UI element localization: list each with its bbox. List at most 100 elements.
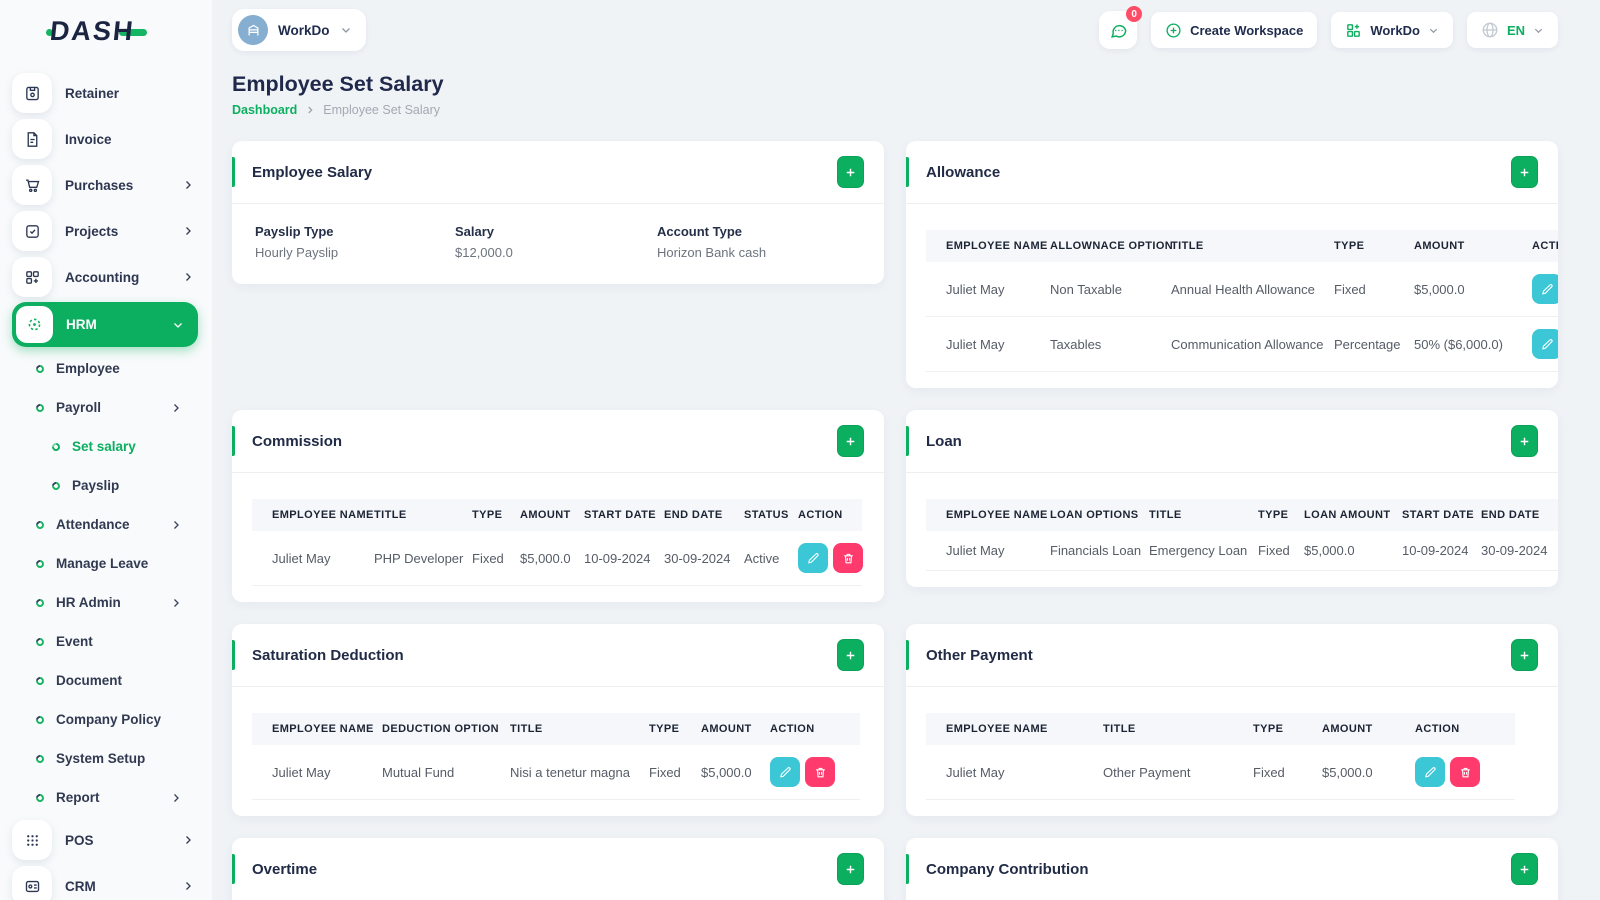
sidebar-item-purchases[interactable]: Purchases — [0, 162, 212, 208]
sidebar-item-accounting[interactable]: Accounting — [0, 254, 212, 300]
delete-button[interactable] — [1450, 757, 1480, 787]
create-workspace-button[interactable]: Create Workspace — [1151, 12, 1318, 48]
bullet-icon — [34, 791, 46, 804]
commission-add-button[interactable] — [837, 425, 864, 457]
sidebar-item-payslip[interactable]: Payslip — [0, 466, 212, 505]
bullet-icon — [34, 752, 46, 765]
sidebar-item-attendance[interactable]: Attendance — [0, 505, 212, 544]
sidebar-item-label: HRM — [66, 317, 97, 332]
salary-field: Account Type Horizon Bank cash — [657, 224, 767, 260]
status-text: Active — [724, 531, 779, 586]
sidebar-item-invoice[interactable]: Invoice — [0, 116, 212, 162]
pencil-icon — [807, 552, 819, 564]
sidebar-item-pos[interactable]: POS — [0, 817, 212, 863]
commission-table-wrap: EMPLOYEE NAME TITLE TYPE AMOUNT START DA… — [252, 499, 884, 586]
employee-salary-card: Employee Salary Payslip Type Hourly Pays… — [232, 141, 884, 284]
chat-icon — [1110, 24, 1126, 38]
sidebar-item-crm[interactable]: CRM — [0, 863, 212, 900]
company-contribution-card: Company Contribution — [906, 838, 1558, 900]
sidebar-item-report[interactable]: Report — [0, 778, 212, 817]
topbar: WorkDo 0 Create Workspace WorkDo EN — [232, 6, 1558, 52]
sidebar-item-manage-leave[interactable]: Manage Leave — [0, 544, 212, 583]
edit-button[interactable] — [1415, 757, 1445, 787]
loan-card: Loan EMPLOYEE NAME LOAN OPTIONS TITLE TY… — [906, 410, 1558, 587]
table-header-row: EMPLOYEE NAME TITLE TYPE AMOUNT ACTION — [926, 713, 1515, 745]
sidebar-item-hrm[interactable]: HRM — [12, 302, 198, 347]
language-label: EN — [1506, 22, 1525, 38]
card-header: Other Payment — [906, 624, 1558, 687]
trash-icon — [843, 553, 853, 563]
sidebar-item-event[interactable]: Event — [0, 622, 212, 661]
workspace-selector[interactable]: WorkDo — [232, 9, 366, 51]
other-payment-add-button[interactable] — [1511, 639, 1538, 671]
card-header: Employee Salary — [232, 141, 884, 204]
breadcrumb-current: Employee Set Salary — [323, 103, 441, 117]
edit-button[interactable] — [770, 757, 800, 787]
retainer-icon — [12, 73, 52, 113]
sidebar-item-company-policy[interactable]: Company Policy — [0, 700, 212, 739]
grid-plus-icon — [1347, 23, 1361, 37]
loan-table: EMPLOYEE NAME LOAN OPTIONS TITLE TYPE LO… — [926, 499, 1558, 571]
sidebar-item-label: Accounting — [65, 269, 140, 285]
pos-icon — [12, 820, 52, 860]
delete-button[interactable] — [833, 543, 863, 573]
projects-icon — [12, 211, 52, 251]
edit-button[interactable] — [1532, 329, 1558, 359]
other-payment-card: Other Payment EMPLOYEE NAME TITLE TYPE A… — [906, 624, 1558, 816]
plus-icon — [846, 651, 855, 659]
bullet-icon — [50, 479, 62, 492]
building-icon — [238, 15, 268, 45]
card-title: Other Payment — [926, 646, 1033, 664]
bullet-icon — [34, 557, 46, 570]
sidebar-item-hr-admin[interactable]: HR Admin — [0, 583, 212, 622]
sidebar-item-system-setup[interactable]: System Setup — [0, 739, 212, 778]
edit-button[interactable] — [798, 543, 828, 573]
card-header: Loan — [906, 410, 1558, 473]
employee-salary-add-button[interactable] — [837, 156, 864, 188]
breadcrumb-dashboard-link[interactable]: Dashboard — [232, 103, 297, 117]
sidebar-item-payroll[interactable]: Payroll — [0, 388, 212, 427]
app-root: DASH Retainer Invoice Purchases Projects… — [0, 0, 1600, 900]
table-row: Juliet May PHP Developer Fixed $5,000.0 … — [252, 531, 863, 586]
sidebar-item-retainer[interactable]: Retainer — [0, 70, 212, 116]
table-row: Juliet May Other Payment Fixed $5,000.0 — [926, 745, 1515, 800]
messages-button[interactable]: 0 — [1099, 6, 1143, 49]
sidebar-item-employee[interactable]: Employee — [0, 349, 212, 388]
saturation-deduction-add-button[interactable] — [837, 639, 864, 671]
sidebar-item-document[interactable]: Document — [0, 661, 212, 700]
allowance-card: Allowance EMPLOYEE NAME ALLOWNACE OPTION… — [906, 141, 1558, 388]
saturation-deduction-table: EMPLOYEE NAME DEDUCTION OPTION TITLE TYP… — [252, 713, 860, 800]
sidebar: DASH Retainer Invoice Purchases Projects… — [0, 0, 212, 900]
language-selector[interactable]: EN — [1466, 12, 1558, 48]
breadcrumb: Dashboard Employee Set Salary — [232, 103, 1558, 117]
card-header: Overtime — [232, 838, 884, 900]
topbar-actions: 0 Create Workspace WorkDo EN — [1099, 6, 1558, 49]
workspace-name: WorkDo — [278, 22, 330, 38]
workdo-menu-button[interactable]: WorkDo — [1331, 12, 1453, 48]
chevron-right-icon — [170, 402, 182, 414]
page-title: Employee Set Salary — [232, 72, 444, 96]
card-header: Allowance — [906, 141, 1558, 204]
edit-button[interactable] — [1532, 274, 1558, 304]
other-payment-table-wrap: EMPLOYEE NAME TITLE TYPE AMOUNT ACTION J… — [926, 713, 1558, 800]
loan-table-wrap: EMPLOYEE NAME LOAN OPTIONS TITLE TYPE LO… — [926, 499, 1558, 571]
loan-add-button[interactable] — [1511, 425, 1538, 457]
overtime-add-button[interactable] — [837, 853, 864, 885]
sidebar-item-label: Retainer — [65, 85, 120, 101]
card-title: Company Contribution — [926, 860, 1089, 878]
sidebar-item-set-salary[interactable]: Set salary — [0, 427, 212, 466]
company-contribution-add-button[interactable] — [1511, 853, 1538, 885]
delete-button[interactable] — [805, 757, 835, 787]
sidebar-item-label: Projects — [65, 223, 119, 239]
card-title: Saturation Deduction — [252, 646, 404, 664]
cards-grid: Employee Salary Payslip Type Hourly Pays… — [232, 141, 1558, 900]
app-logo[interactable]: DASH — [0, 0, 212, 62]
hrm-icon — [16, 306, 53, 343]
allowance-add-button[interactable] — [1511, 156, 1538, 188]
plus-icon — [846, 168, 855, 176]
bullet-icon — [34, 635, 46, 648]
logo-text: DASH — [48, 15, 137, 46]
table-header-row: EMPLOYEE NAME ALLOWNACE OPTION TITLE TYP… — [926, 230, 1558, 262]
sidebar-item-projects[interactable]: Projects — [0, 208, 212, 254]
table-row: Juliet May Taxables Communication Allowa… — [926, 316, 1558, 372]
